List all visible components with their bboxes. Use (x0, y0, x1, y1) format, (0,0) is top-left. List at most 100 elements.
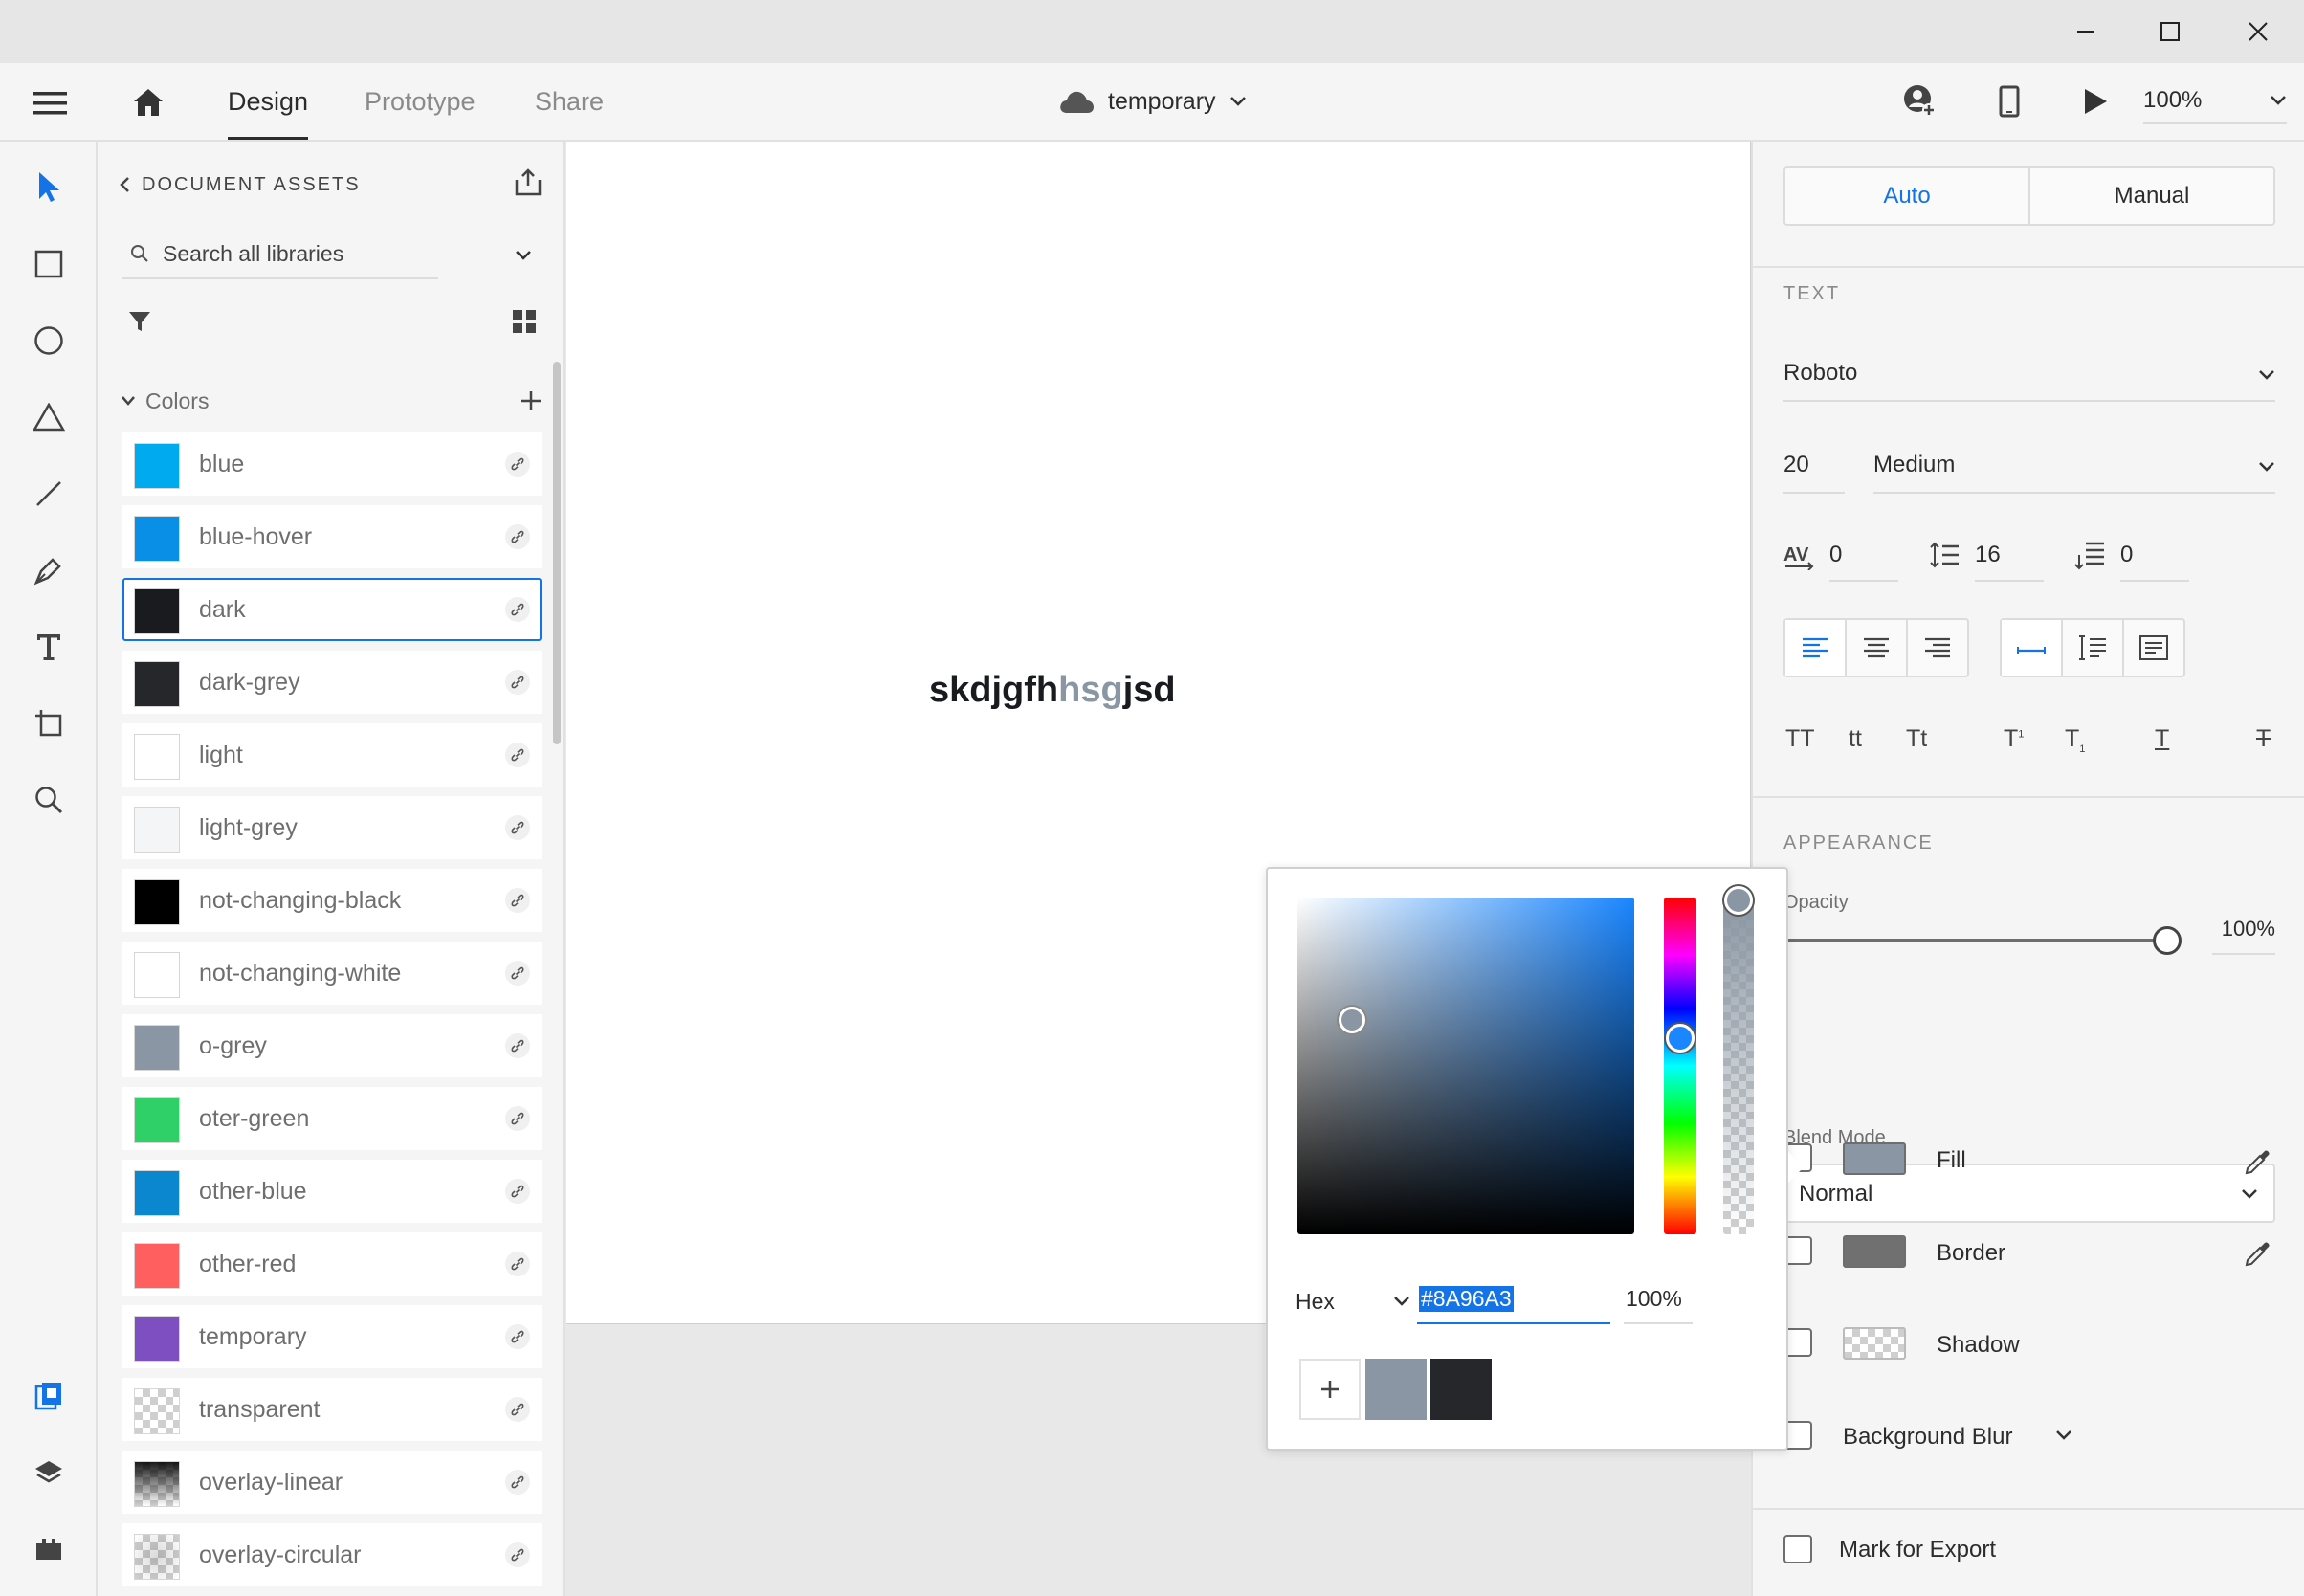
assets-scrollbar[interactable] (553, 362, 561, 744)
color-asset-transparent[interactable]: transparent (122, 1378, 542, 1441)
color-mode-select[interactable]: Hex (1296, 1280, 1410, 1322)
color-asset-not-changing-white[interactable]: not-changing-white (122, 942, 542, 1005)
uppercase-icon[interactable]: TT (1785, 725, 1815, 753)
hue-handle[interactable] (1666, 1024, 1695, 1053)
align-center-icon[interactable] (1847, 620, 1908, 676)
layers-panel-icon[interactable] (25, 1449, 73, 1496)
chevron-down-icon[interactable] (2055, 1430, 2072, 1441)
opacity-slider-thumb[interactable] (2153, 926, 2182, 955)
line-tool-icon[interactable] (25, 470, 73, 518)
color-asset-oter-green[interactable]: oter-green (122, 1087, 542, 1150)
colors-section-toggle[interactable]: Colors (121, 387, 209, 415)
color-asset-other-red[interactable]: other-red (122, 1232, 542, 1296)
link-icon[interactable] (505, 1470, 530, 1495)
select-tool-icon[interactable] (25, 163, 73, 211)
underline-icon[interactable]: T (2155, 725, 2169, 753)
color-asset-overlay-linear[interactable]: overlay-linear (122, 1451, 542, 1514)
font-family-select[interactable]: Roboto (1783, 348, 2275, 402)
link-icon[interactable] (505, 961, 530, 986)
paragraph-spacing-field[interactable]: 0 (2120, 532, 2189, 582)
pen-tool-icon[interactable] (25, 546, 73, 594)
lowercase-icon[interactable]: tt (1849, 725, 1862, 753)
link-icon[interactable] (505, 1324, 530, 1349)
library-dropdown-icon[interactable] (509, 241, 538, 270)
tab-prototype[interactable]: Prototype (365, 63, 476, 140)
filter-icon[interactable] (121, 302, 159, 341)
saturation-brightness-field[interactable] (1297, 898, 1634, 1234)
color-asset-blue-hover[interactable]: blue-hover (122, 505, 542, 568)
assets-panel-icon[interactable] (25, 1372, 73, 1420)
close-icon[interactable] (2231, 8, 2285, 55)
hue-slider[interactable] (1664, 898, 1696, 1234)
polygon-tool-icon[interactable] (25, 393, 73, 441)
grid-view-icon[interactable] (505, 302, 543, 341)
fill-color-swatch[interactable] (1843, 1142, 1906, 1175)
plugins-panel-icon[interactable] (25, 1525, 73, 1573)
opacity-field[interactable]: 100% (2212, 905, 2275, 955)
home-icon[interactable] (126, 80, 170, 124)
character-spacing-field[interactable]: 0 (1829, 532, 1898, 582)
alpha-handle[interactable] (1724, 886, 1753, 915)
link-icon[interactable] (505, 1179, 530, 1204)
hamburger-menu-icon[interactable] (29, 84, 71, 122)
eyedropper-icon[interactable] (2239, 1142, 2277, 1181)
link-icon[interactable] (505, 597, 530, 622)
add-swatch-button[interactable] (1299, 1359, 1361, 1420)
color-asset-other-blue[interactable]: other-blue (122, 1160, 542, 1223)
link-icon[interactable] (505, 670, 530, 695)
ellipse-tool-icon[interactable] (25, 317, 73, 365)
document-title[interactable]: temporary (1058, 82, 1247, 121)
link-icon[interactable] (505, 815, 530, 840)
hex-input[interactable]: #8A96A3 (1417, 1278, 1610, 1324)
share-export-icon[interactable] (507, 161, 549, 203)
alpha-slider[interactable] (1723, 898, 1754, 1234)
artboard-tool-icon[interactable] (25, 699, 73, 747)
text-tool-icon[interactable] (25, 623, 73, 671)
color-asset-light-grey[interactable]: light-grey (122, 796, 542, 859)
link-icon[interactable] (505, 1033, 530, 1058)
tab-design[interactable]: Design (228, 63, 309, 140)
link-icon[interactable] (505, 1106, 530, 1131)
canvas-text-layer[interactable]: skdjgfhhsgjsd (929, 670, 1176, 711)
line-spacing-field[interactable]: 16 (1975, 532, 2044, 582)
color-asset-not-changing-black[interactable]: not-changing-black (122, 869, 542, 932)
shadow-color-swatch[interactable] (1843, 1327, 1906, 1360)
recent-swatch[interactable] (1365, 1359, 1427, 1420)
color-asset-o-grey[interactable]: o-grey (122, 1014, 542, 1077)
link-icon[interactable] (505, 1542, 530, 1567)
zoom-select[interactable]: 100% (2143, 78, 2287, 124)
opacity-slider[interactable] (1783, 939, 2176, 942)
auto-width-icon[interactable] (2002, 620, 2063, 676)
device-preview-icon[interactable] (1988, 80, 2030, 122)
tab-share[interactable]: Share (535, 63, 604, 140)
color-asset-dark[interactable]: dark (122, 578, 542, 641)
maximize-icon[interactable] (2143, 8, 2197, 55)
superscript-icon[interactable]: T1 (2004, 725, 2024, 753)
add-color-button[interactable] (515, 385, 547, 417)
color-asset-light[interactable]: light (122, 723, 542, 787)
invite-user-icon[interactable] (1898, 80, 1940, 122)
align-left-icon[interactable] (1785, 620, 1847, 676)
fixed-size-icon[interactable] (2124, 620, 2183, 676)
link-icon[interactable] (505, 452, 530, 477)
search-field[interactable]: Search all libraries (122, 230, 438, 279)
saturation-handle[interactable] (1339, 1007, 1365, 1033)
font-weight-select[interactable]: Medium (1873, 440, 2275, 494)
auto-height-icon[interactable] (2063, 620, 2124, 676)
color-asset-blue[interactable]: blue (122, 432, 542, 496)
link-icon[interactable] (505, 743, 530, 767)
assets-back-button[interactable]: DOCUMENT ASSETS (119, 170, 361, 199)
link-icon[interactable] (505, 1252, 530, 1276)
manual-mode-button[interactable]: Manual (2030, 168, 2273, 224)
alpha-input[interactable]: 100% (1624, 1278, 1693, 1324)
color-asset-dark-grey[interactable]: dark-grey (122, 651, 542, 714)
subscript-icon[interactable]: T1 (2065, 725, 2085, 755)
recent-swatch[interactable] (1430, 1359, 1492, 1420)
link-icon[interactable] (505, 888, 530, 913)
strikethrough-icon[interactable]: T (2256, 725, 2271, 753)
mark-for-export-checkbox[interactable] (1783, 1535, 1812, 1563)
color-asset-overlay-circular[interactable]: overlay-circular (122, 1523, 542, 1586)
color-asset-temporary[interactable]: temporary (122, 1305, 542, 1368)
font-size-field[interactable]: 20 (1783, 440, 1845, 494)
align-right-icon[interactable] (1908, 620, 1967, 676)
